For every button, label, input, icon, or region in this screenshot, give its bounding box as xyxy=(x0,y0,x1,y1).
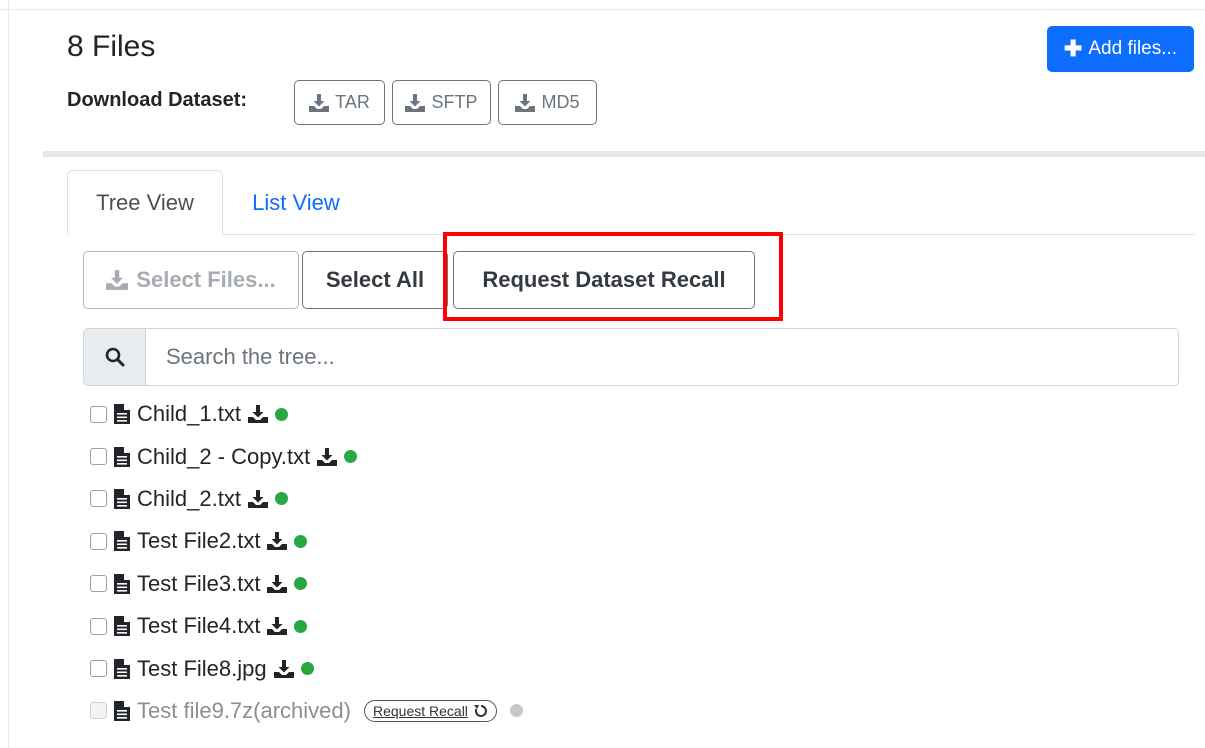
request-recall-button[interactable]: Request Recall xyxy=(363,699,497,722)
tab-tree-view[interactable]: Tree View xyxy=(67,170,223,235)
tree-search xyxy=(83,328,1179,386)
tree-item: Test File2.txt xyxy=(90,520,523,562)
file-checkbox[interactable] xyxy=(90,532,107,550)
tree-item: Test File3.txt xyxy=(90,563,523,605)
add-files-label: Add files... xyxy=(1088,38,1178,59)
plus-icon: ✚ xyxy=(1063,36,1083,61)
status-dot-icon xyxy=(294,619,308,633)
download-icon xyxy=(515,93,536,112)
select-all-button[interactable]: Select All xyxy=(302,251,448,309)
file-name: Test File4.txt xyxy=(137,613,261,639)
top-divider xyxy=(0,9,1205,10)
tab-list-view[interactable]: List View xyxy=(236,170,356,235)
request-recall-label: Request Recall xyxy=(372,702,468,719)
download-icon[interactable] xyxy=(267,532,288,551)
tree-item: Test File4.txt xyxy=(90,605,523,647)
section-divider xyxy=(43,151,1205,157)
download-icon xyxy=(106,270,129,290)
file-checkbox[interactable] xyxy=(90,490,107,508)
file-name: Child_2.txt xyxy=(137,485,241,511)
undo-icon xyxy=(473,704,487,717)
file-text-icon xyxy=(114,573,130,594)
add-files-button[interactable]: ✚ Add files... xyxy=(1047,26,1194,72)
file-text-icon xyxy=(114,404,130,425)
search-icon-addon[interactable] xyxy=(83,328,146,386)
status-dot-icon xyxy=(344,450,358,464)
file-text-icon xyxy=(114,616,130,637)
download-icon[interactable] xyxy=(273,659,294,678)
status-dot-icon xyxy=(509,704,523,718)
download-md5-label: MD5 xyxy=(541,92,580,112)
download-sftp-label: SFTP xyxy=(431,92,478,112)
file-name: Test File8.jpg xyxy=(137,655,267,681)
file-text-icon xyxy=(114,531,130,552)
file-name: Test file9.7z(archived) xyxy=(137,697,351,723)
file-checkbox-disabled xyxy=(90,702,107,720)
tree-item: Child_1.txt xyxy=(90,393,523,435)
select-files-button[interactable]: Select Files... xyxy=(83,251,299,309)
file-name: Child_1.txt xyxy=(137,401,241,427)
file-text-icon xyxy=(114,658,130,679)
file-name: Test File2.txt xyxy=(137,528,261,554)
file-name: Test File3.txt xyxy=(137,570,261,596)
download-md5-button[interactable]: MD5 xyxy=(498,80,597,125)
download-icon xyxy=(309,93,330,112)
download-dataset-label: Download Dataset: xyxy=(67,89,248,111)
download-icon[interactable] xyxy=(247,405,268,424)
file-name: Child_2 - Copy.txt xyxy=(137,443,311,469)
file-text-icon xyxy=(114,488,130,509)
status-dot-icon xyxy=(294,534,308,548)
status-dot-icon xyxy=(274,407,288,421)
download-icon[interactable] xyxy=(247,489,268,508)
download-tar-button[interactable]: TAR xyxy=(294,80,385,125)
tree-item: Child_2.txt xyxy=(90,478,523,520)
download-icon xyxy=(405,93,426,112)
file-text-icon xyxy=(114,700,130,721)
download-sftp-button[interactable]: SFTP xyxy=(392,80,491,125)
download-icon[interactable] xyxy=(317,447,338,466)
highlight-box xyxy=(443,232,783,321)
status-dot-icon xyxy=(300,662,314,676)
file-checkbox[interactable] xyxy=(90,448,107,466)
tree-item: Test File8.jpg xyxy=(90,647,523,689)
tree-item: Child_2 - Copy.txt xyxy=(90,435,523,477)
file-checkbox[interactable] xyxy=(90,575,107,593)
download-icon[interactable] xyxy=(267,574,288,593)
left-border xyxy=(8,0,9,748)
file-tree: Child_1.txt Child_2 - Copy.txt Child_2.t… xyxy=(90,393,523,732)
status-dot-icon xyxy=(294,577,308,591)
search-icon xyxy=(105,347,124,367)
file-checkbox[interactable] xyxy=(90,660,107,678)
select-files-label: Select Files... xyxy=(136,267,276,292)
file-checkbox[interactable] xyxy=(90,405,107,423)
status-dot-icon xyxy=(274,492,288,506)
search-input[interactable] xyxy=(145,328,1179,386)
tree-item-archived: Test file9.7z(archived) Request Recall xyxy=(90,690,523,732)
download-icon[interactable] xyxy=(267,617,288,636)
page-title: 8 Files xyxy=(67,30,156,63)
file-checkbox[interactable] xyxy=(90,617,107,635)
download-tar-label: TAR xyxy=(335,92,370,112)
file-text-icon xyxy=(114,446,130,467)
